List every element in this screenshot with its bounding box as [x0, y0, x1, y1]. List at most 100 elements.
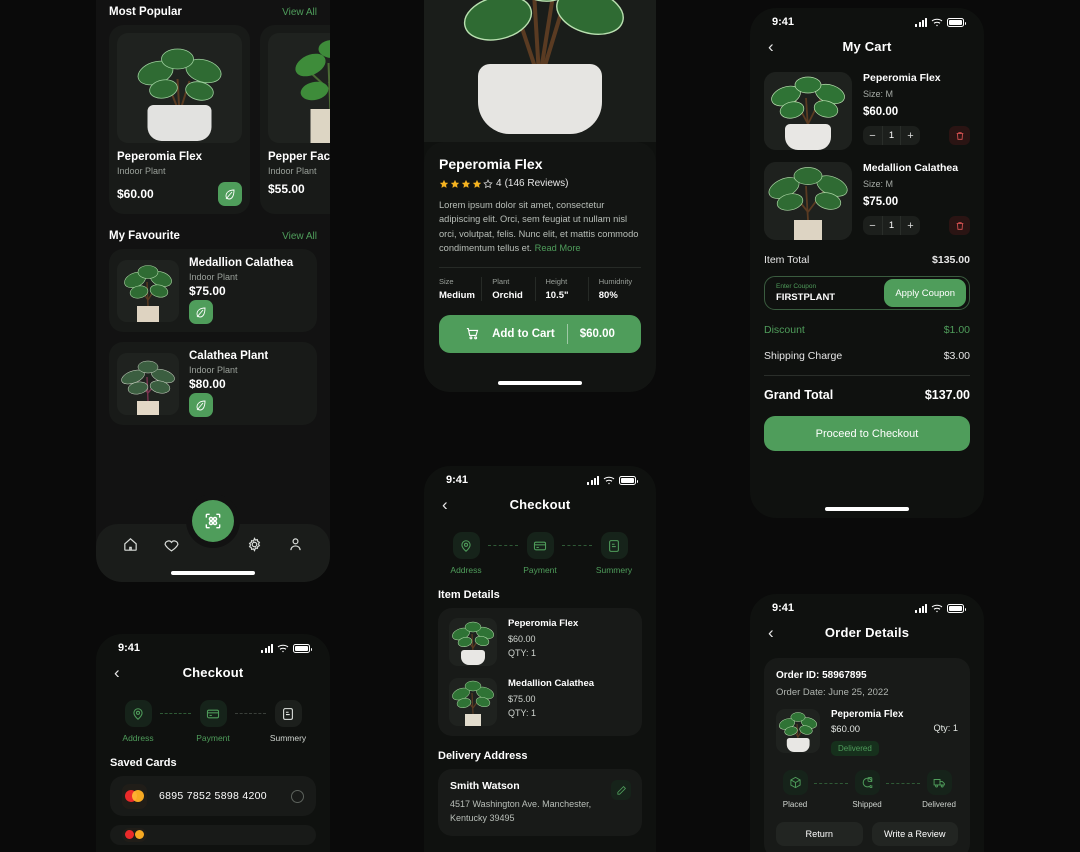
delete-item-button[interactable]: [949, 216, 970, 235]
tracking-label: Shipped: [852, 800, 882, 809]
tracking-step-delivered: Delivered: [920, 770, 958, 809]
step-label: Payment: [523, 565, 557, 575]
product-name: Peperomia Flex: [831, 709, 904, 720]
quantity-stepper[interactable]: − 1 +: [863, 126, 920, 145]
proceed-to-checkout-button[interactable]: Proceed to Checkout: [764, 416, 970, 451]
order-product: Peperomia Flex $60.00 Delivered Qty: 1: [776, 709, 958, 756]
status-time: 9:41: [772, 602, 795, 614]
status-bar: 9:41: [750, 594, 984, 616]
card-number: 6895 7852 5898 4200: [159, 790, 267, 802]
tracking-step-shipped: Shipped: [848, 770, 886, 809]
page-title: Checkout: [182, 664, 244, 680]
product-card[interactable]: Peperomia Flex Indoor Plant $60.00: [109, 25, 250, 214]
page-title: My Cart: [842, 38, 892, 54]
step-label: Summery: [595, 565, 633, 575]
list-item[interactable]: Calathea Plant Indoor Plant $80.00: [109, 342, 317, 425]
shipping-label: Shipping Charge: [764, 350, 843, 362]
step-summery[interactable]: Summery: [592, 532, 636, 575]
quantity-stepper[interactable]: − 1 +: [863, 216, 920, 235]
review-count: (146 Reviews): [504, 178, 569, 189]
credit-card-icon: [533, 541, 547, 550]
decrease-quantity-button[interactable]: −: [863, 216, 882, 235]
step-summery[interactable]: Summery: [266, 700, 310, 743]
view-all-link[interactable]: View All: [282, 7, 317, 18]
step-address[interactable]: Address: [444, 532, 488, 575]
package-move-icon: [862, 777, 872, 788]
tab-profile[interactable]: [287, 536, 304, 558]
item-total-label: Item Total: [764, 254, 810, 266]
spec-label: Plant: [492, 276, 510, 286]
saved-cards-title: Saved Cards: [110, 757, 177, 769]
product-price: $60.00: [117, 187, 154, 201]
edit-address-button[interactable]: [611, 780, 631, 800]
tab-favourites[interactable]: [163, 536, 180, 558]
step-label: Summery: [269, 733, 307, 743]
coupon-field[interactable]: Enter Coupon FIRSTPLANT Apply Coupon: [764, 276, 970, 310]
battery-icon: [947, 17, 966, 27]
view-all-link[interactable]: View All: [282, 231, 317, 242]
tab-settings[interactable]: [246, 536, 263, 558]
shipping-value: $3.00: [943, 350, 970, 362]
popular-list: Peperomia Flex Indoor Plant $60.00 Peppe…: [96, 25, 330, 214]
apply-coupon-button[interactable]: Apply Coupon: [884, 279, 966, 307]
address-line: 4517 Washington Ave. Manchester, Kentuck…: [450, 799, 592, 823]
spec-height: Height 10.5": [534, 276, 588, 301]
nav-header: ‹ Checkout: [424, 488, 656, 518]
read-more-link[interactable]: Read More: [535, 243, 581, 253]
increase-quantity-button[interactable]: +: [901, 216, 920, 235]
battery-icon: [293, 643, 312, 653]
spec-humidity: Humidnity 80%: [587, 276, 641, 301]
mastercard-icon: [122, 783, 147, 809]
saved-card-row[interactable]: 6895 7852 5898 4200: [110, 776, 316, 816]
write-review-button[interactable]: Write a Review: [871, 822, 958, 846]
product-price: $75.00: [863, 196, 899, 208]
leaf-icon: [196, 400, 206, 411]
increase-quantity-button[interactable]: +: [901, 126, 920, 145]
status-bar: 9:41: [96, 634, 330, 656]
add-to-cart-leaf-button[interactable]: [189, 393, 213, 417]
step-payment[interactable]: Payment: [518, 532, 562, 575]
scan-button[interactable]: [192, 500, 234, 542]
add-to-cart-button[interactable]: Add to Cart $60.00: [439, 314, 641, 353]
tab-home[interactable]: [122, 536, 139, 558]
credit-card-icon-wrap: [199, 700, 227, 727]
status-time: 9:41: [772, 16, 795, 28]
star-filled-icon: [450, 179, 460, 188]
document-icon-wrap: [274, 700, 302, 727]
product-type: Indoor Plant: [117, 166, 166, 176]
step-label: Address: [450, 565, 482, 575]
mastercard-icon: [122, 828, 147, 842]
user-icon: [290, 538, 301, 551]
select-card-radio[interactable]: [291, 789, 304, 803]
item-total-value: $135.00: [932, 254, 970, 266]
home-indicator: [171, 571, 255, 575]
discount-label: Discount: [764, 324, 805, 336]
decrease-quantity-button[interactable]: −: [863, 126, 882, 145]
saved-card-row-partial[interactable]: [110, 825, 316, 845]
location-pin-icon-wrap: [452, 532, 480, 559]
item-details-title: Item Details: [438, 589, 500, 601]
step-payment[interactable]: Payment: [191, 700, 235, 743]
return-button[interactable]: Return: [776, 822, 863, 846]
star-filled-icon: [439, 179, 449, 188]
spec-value: Orchid: [492, 289, 523, 301]
home-icon: [124, 538, 137, 551]
location-pin-icon: [133, 707, 143, 720]
product-image: [776, 709, 820, 753]
product-image: [449, 678, 497, 726]
product-card[interactable]: Pepper Face Indoor Plant $55.00: [260, 25, 330, 214]
list-item[interactable]: Medallion Calathea Indoor Plant $75.00: [109, 249, 317, 332]
checkout-stepper: Address Payment Summery: [424, 518, 656, 575]
spec-value: 10.5": [545, 289, 569, 301]
step-address[interactable]: Address: [116, 700, 160, 743]
delete-item-button[interactable]: [949, 126, 970, 145]
shipping-row: Shipping Charge $3.00: [764, 350, 970, 362]
product-qty: QTY: 1: [508, 708, 537, 718]
add-to-cart-leaf-button[interactable]: [189, 300, 213, 324]
truck-icon-wrap: [926, 770, 952, 795]
add-to-cart-leaf-button[interactable]: [218, 182, 242, 206]
list-item: Peperomia Flex $60.00 QTY: 1: [449, 618, 631, 666]
product-size: Size: M: [863, 89, 894, 99]
stepper-connector: [814, 783, 848, 784]
star-rating: [439, 178, 493, 189]
